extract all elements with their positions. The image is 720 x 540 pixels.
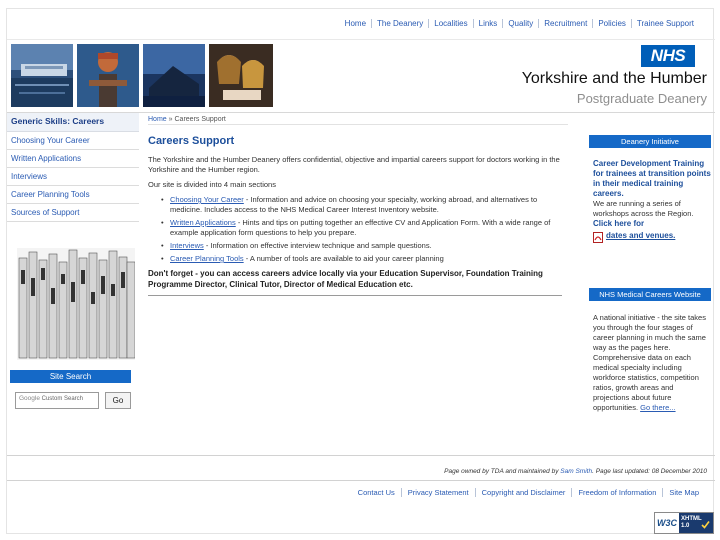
content-divider — [148, 295, 562, 296]
footer-link-privacy-statement[interactable]: Privacy Statement — [400, 488, 475, 497]
section-link-interviews[interactable]: Interviews — [170, 241, 204, 250]
meta-updated: . Page last updated: 08 December 2010 — [592, 468, 707, 475]
nhs-medical-careers-body: A national initiative - the site takes y… — [589, 313, 707, 413]
dont-forget-note: Don't forget - you can access careers ad… — [148, 269, 543, 289]
nav-trainee-support[interactable]: Trainee Support — [630, 19, 699, 28]
check-icon — [701, 516, 710, 534]
page-ownership-info: Page owned by TDA and maintained by Sam … — [444, 468, 707, 475]
page: Home The Deanery Localities Links Qualit… — [6, 8, 715, 534]
section-link-written-applications[interactable]: Written Applications — [170, 218, 236, 227]
deanery-initiative-header: Deanery Initiative — [589, 135, 711, 148]
intro-text: The Yorkshire and the Humber Deanery off… — [148, 155, 560, 174]
list-item: Written Applications - Hints and tips on… — [161, 218, 568, 238]
list-item: Career Planning Tools - A number of tool… — [161, 254, 568, 264]
section-link-choosing-your-career[interactable]: Choosing Your Career — [170, 195, 244, 204]
breadcrumb: Home » Careers Support — [148, 113, 568, 125]
header-banner: NHS Yorkshire and the Humber Postgraduat… — [7, 39, 715, 113]
brand-subtitle: Postgraduate Deanery — [576, 91, 707, 106]
search-placeholder: Custom Search — [41, 396, 83, 402]
nhs-logo-text: NHS — [650, 46, 686, 65]
footer-divider — [7, 480, 715, 481]
breadcrumb-home[interactable]: Home — [148, 116, 167, 123]
sections-list: Choosing Your Career - Information and a… — [161, 195, 568, 264]
deanery-click-here[interactable]: Click here for — [589, 219, 711, 229]
main-content: Home » Careers Support Careers Support T… — [148, 113, 568, 296]
footer-link-site-map[interactable]: Site Map — [662, 488, 705, 497]
search-go-button[interactable]: Go — [105, 392, 131, 409]
nhs-medical-careers-header[interactable]: NHS Medical Careers Website — [589, 288, 711, 301]
sidebar-item-choosing-your-career[interactable]: Choosing Your Career — [7, 132, 139, 150]
nhs-logo[interactable]: NHS — [641, 45, 695, 67]
sidebar-item-interviews[interactable]: Interviews — [7, 168, 139, 186]
dates-and-venues-link[interactable]: dates and venues. — [606, 231, 675, 240]
search-input[interactable]: Google Custom Search — [15, 392, 99, 409]
page-title: Careers Support — [148, 135, 235, 147]
meta-prefix: Page owned by TDA and maintained by — [444, 468, 559, 475]
footer-divider-top — [7, 455, 715, 456]
w3c-label: W3C — [655, 513, 679, 533]
medical-careers-description: A national initiative - the site takes y… — [593, 313, 706, 412]
section-description: - Information on effective interview tec… — [203, 241, 432, 250]
deanery-initiative-title[interactable]: Career Development Training for trainees… — [589, 159, 711, 199]
header-photo-students — [209, 44, 273, 107]
nav-recruitment[interactable]: Recruitment — [538, 19, 592, 28]
nav-policies[interactable]: Policies — [592, 19, 631, 28]
right-column: Deanery Initiative Career Development Tr… — [589, 135, 711, 412]
sidebar: Generic Skills: Careers Choosing Your Ca… — [7, 113, 139, 222]
sidebar-photo-newspapers — [17, 248, 135, 360]
section-link-career-planning-tools[interactable]: Career Planning Tools — [170, 254, 244, 263]
header-photo-person — [77, 44, 139, 107]
nav-quality[interactable]: Quality — [502, 19, 538, 28]
footer-navigation: Contact Us Privacy Statement Copyright a… — [352, 488, 705, 497]
site-search-header: Site Search — [10, 370, 131, 383]
sidebar-item-career-planning-tools[interactable]: Career Planning Tools — [7, 186, 139, 204]
breadcrumb-current: Careers Support — [174, 116, 226, 123]
list-item: Choosing Your Career - Information and a… — [161, 195, 568, 215]
meta-owner-link[interactable]: Sam Smith — [560, 468, 592, 475]
breadcrumb-separator: » — [168, 116, 173, 123]
dates-and-venues-row: dates and venues. — [589, 230, 711, 243]
footer-link-freedom-of-information[interactable]: Freedom of Information — [571, 488, 662, 497]
sidebar-item-sources-of-support[interactable]: Sources of Support — [7, 204, 139, 222]
sidebar-title: Generic Skills: Careers — [7, 113, 139, 132]
pdf-icon — [593, 230, 603, 243]
list-item: Interviews - Information on effective in… — [161, 241, 568, 251]
go-there-link[interactable]: Go there... — [640, 403, 675, 412]
deanery-initiative-body: We are running a series of workshops acr… — [593, 199, 694, 218]
nav-localities[interactable]: Localities — [428, 19, 472, 28]
header-photo-waterfront — [11, 44, 73, 107]
section-description: - A number of tools are available to aid… — [243, 254, 444, 263]
nav-home[interactable]: Home — [340, 19, 371, 28]
nav-links[interactable]: Links — [472, 19, 503, 28]
top-navigation: Home The Deanery Localities Links Qualit… — [340, 19, 699, 28]
sidebar-item-written-applications[interactable]: Written Applications — [7, 150, 139, 168]
sections-intro: Our site is divided into 4 main sections — [148, 180, 276, 189]
nav-the-deanery[interactable]: The Deanery — [371, 19, 428, 28]
w3c-xhtml-badge[interactable]: W3C XHTML 1.0 — [654, 512, 714, 534]
brand-name: Yorkshire and the Humber — [521, 70, 707, 87]
google-brand: Google — [19, 395, 40, 402]
footer-link-contact-us[interactable]: Contact Us — [352, 488, 401, 497]
footer-link-copyright[interactable]: Copyright and Disclaimer — [474, 488, 572, 497]
header-photo-building — [143, 44, 205, 107]
